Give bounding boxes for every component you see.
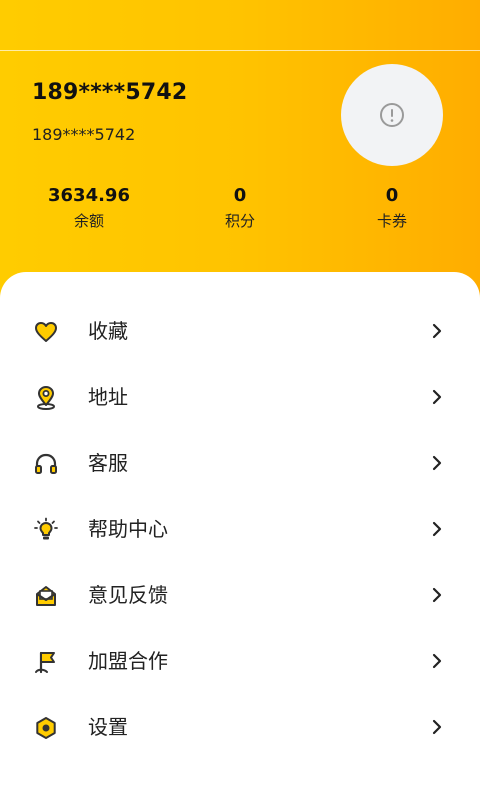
menu-panel: 收藏 地址 客服 帮助中心 意见反馈 加盟合作 设置 — [0, 272, 480, 800]
menu-item-label: 客服 — [88, 451, 128, 475]
chevron-right-icon — [432, 653, 442, 669]
avatar[interactable] — [341, 64, 443, 166]
menu-item-label: 设置 — [88, 715, 128, 739]
headphones-icon — [35, 453, 57, 474]
profile-header: 189****5742 189****5742 3634.96 余额 0 积分 … — [0, 0, 480, 300]
chevron-right-icon — [432, 389, 442, 405]
menu-item-label: 意见反馈 — [88, 583, 168, 607]
stat-coupons-label: 卡券 — [376, 212, 407, 230]
menu-item-settings[interactable]: 设置 — [0, 694, 480, 760]
menu-item-favorites[interactable]: 收藏 — [0, 298, 480, 364]
menu-item-address[interactable]: 地址 — [0, 364, 480, 430]
stat-balance[interactable]: 3634.96 余额 — [29, 184, 149, 231]
menu-item-label: 帮助中心 — [88, 517, 168, 541]
menu-item-help-center[interactable]: 帮助中心 — [0, 496, 480, 562]
stat-points[interactable]: 0 积分 — [180, 184, 300, 231]
chevron-right-icon — [432, 521, 442, 537]
profile-phone: 189****5742 — [32, 125, 136, 144]
stat-points-value: 0 — [233, 185, 247, 206]
stat-points-label: 积分 — [224, 212, 255, 230]
menu-item-label: 加盟合作 — [88, 649, 168, 673]
mail-icon — [36, 586, 56, 606]
stat-balance-label: 余额 — [73, 212, 104, 230]
menu-item-label: 地址 — [88, 385, 128, 409]
chevron-right-icon — [432, 455, 442, 471]
stat-balance-value: 3634.96 — [48, 185, 130, 206]
menu-item-label: 收藏 — [88, 319, 128, 343]
stat-coupons[interactable]: 0 卡券 — [332, 184, 452, 231]
account-stats: 3634.96 余额 0 积分 0 卡券 — [0, 184, 480, 234]
menu-item-customer-service[interactable]: 客服 — [0, 430, 480, 496]
settings-icon — [36, 717, 56, 739]
heart-icon — [35, 322, 57, 342]
location-pin-icon — [37, 386, 55, 410]
menu-item-feedback[interactable]: 意见反馈 — [0, 562, 480, 628]
lightbulb-icon — [34, 517, 58, 540]
menu-item-partnership[interactable]: 加盟合作 — [0, 628, 480, 694]
profile-name: 189****5742 — [32, 80, 188, 105]
chevron-right-icon — [432, 587, 442, 603]
status-bar-divider — [0, 50, 480, 51]
chevron-right-icon — [432, 323, 442, 339]
chevron-right-icon — [432, 719, 442, 735]
stat-coupons-value: 0 — [385, 185, 399, 206]
flag-icon — [35, 651, 55, 674]
alert-circle-icon — [380, 103, 404, 127]
